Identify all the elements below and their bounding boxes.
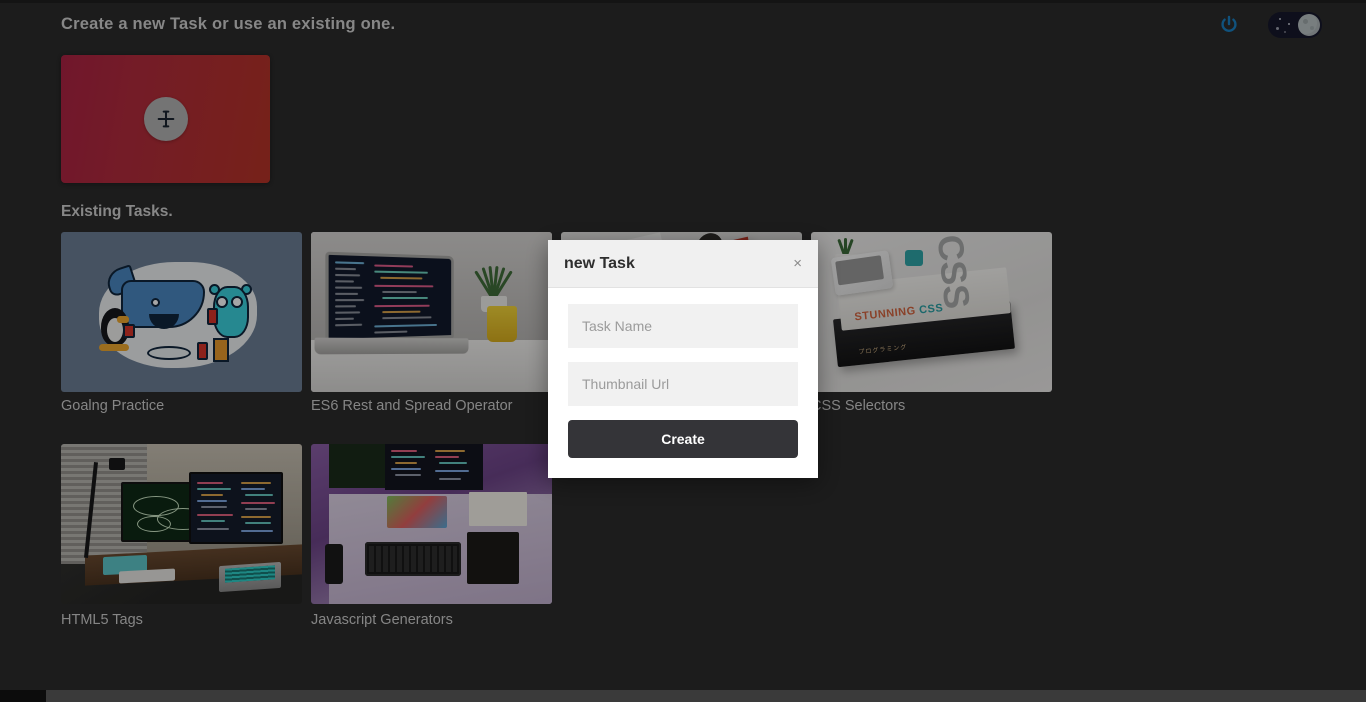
app-root: Create a new Task or use an existing one… (0, 0, 1366, 702)
new-task-modal: new Task × Create (548, 240, 818, 478)
modal-header: new Task × (548, 240, 818, 288)
close-icon[interactable]: × (793, 256, 802, 271)
modal-body: Create (548, 288, 818, 478)
create-button[interactable]: Create (568, 420, 798, 458)
scrollbar-thumb[interactable] (0, 690, 46, 702)
horizontal-scrollbar[interactable] (0, 690, 1366, 702)
task-name-input[interactable] (568, 304, 798, 348)
thumbnail-url-input[interactable] (568, 362, 798, 406)
modal-title: new Task (564, 254, 635, 272)
